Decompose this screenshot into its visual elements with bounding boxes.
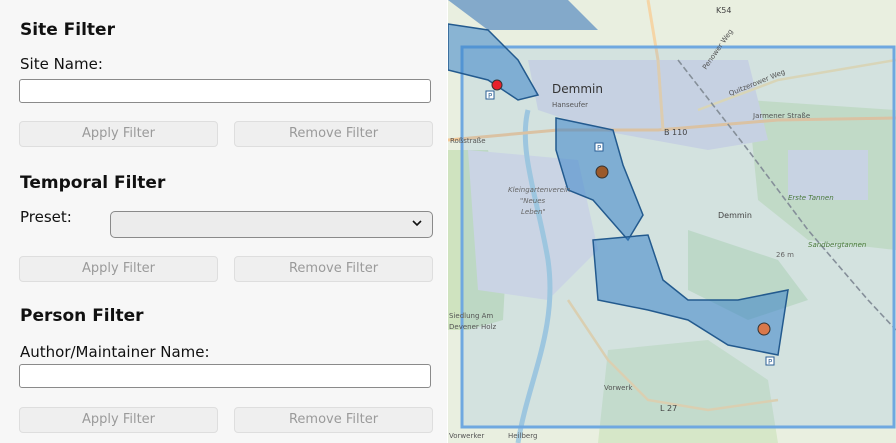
map-label-elevation: 26 m [776,251,794,259]
map-label-demmin-station: Demmin [718,211,752,220]
map-label-siedlung-1: Siedlung Am [449,312,493,320]
author-maintainer-name-label: Author/Maintainer Name: [20,343,210,361]
chevron-down-icon [411,216,423,233]
map-label-k54: K54 [716,6,731,15]
filter-panel: Site Filter Site Name: Apply Filter Remo… [0,0,447,443]
site-name-input[interactable] [19,79,431,103]
map-label-demmin: Demmin [552,82,603,96]
parking-icon: P [594,142,604,152]
parking-icon: P [765,356,775,366]
map-label-kleingarten-2: "Neues [520,197,546,205]
parking-icon: P [485,90,495,100]
map-label-l27: L 27 [660,404,677,413]
temporal-apply-filter-button[interactable]: Apply Filter [19,256,218,282]
map-label-sandbergtannen: Sandbergtannen [808,241,866,249]
svg-text:P: P [768,358,772,366]
site-apply-filter-button[interactable]: Apply Filter [19,121,218,147]
person-remove-filter-button[interactable]: Remove Filter [234,407,433,433]
author-maintainer-name-input[interactable] [19,364,431,388]
map-label-b110: B 110 [664,128,687,137]
preset-label: Preset: [20,208,72,226]
person-filter-title: Person Filter [20,306,144,326]
site-remove-filter-button[interactable]: Remove Filter [234,121,433,147]
map-label-erste-tannen: Erste Tannen [788,194,834,202]
map-label-rosstrasse: Roßstraße [450,137,486,145]
site-name-label: Site Name: [20,55,103,73]
temporal-remove-filter-button[interactable]: Remove Filter [234,256,433,282]
person-apply-filter-button[interactable]: Apply Filter [19,407,218,433]
site-marker-orange[interactable] [757,322,771,336]
svg-text:P: P [597,144,601,152]
map-label-vorwerk: Vorwerk [604,384,633,392]
map-label-kleingarten-1: Kleingartenverein [508,186,570,194]
svg-text:P: P [488,92,492,100]
map-label-siedlung-2: Devener Holz [449,323,496,331]
preset-select[interactable] [110,211,433,238]
map-label-kleingarten-3: Leben" [521,208,546,216]
site-filter-title: Site Filter [20,20,115,40]
temporal-filter-title: Temporal Filter [20,173,166,193]
filter-bounding-box [460,45,896,429]
site-marker-red[interactable] [491,79,503,91]
map-label-jarmener: Jarmener Straße [752,112,810,120]
map-view[interactable]: P P P K54 Demmin Hanseufer B 110 Jarmene… [448,0,896,443]
site-marker-brown[interactable] [595,165,609,179]
map-label-vorwerker: Vorwerker [449,432,484,440]
map-label-hanseufer: Hanseufer [552,101,588,109]
map-label-heilberg: Heilberg [508,432,537,440]
